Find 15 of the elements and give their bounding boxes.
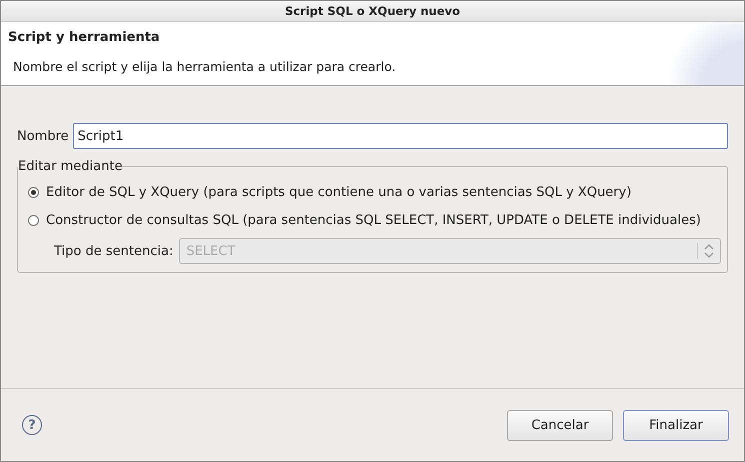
chevron-up-down-icon (697, 243, 714, 259)
name-input[interactable]: Script1 (72, 123, 728, 149)
dialog-button[interactable]: Cancelar (507, 410, 613, 440)
page-description: Nombre el script y elija la herramienta a utilizar para crearlo. (13, 59, 397, 74)
help-icon[interactable]: ? (22, 415, 42, 435)
statement-type-label: Tipo de sentencia: (54, 244, 174, 258)
dialog-button[interactable]: Finalizar (623, 410, 729, 440)
radio-button[interactable] (28, 214, 39, 226)
window-title: Script SQL o XQuery nuevo (284, 4, 460, 18)
group-legend: Editar mediante (18, 159, 122, 174)
option-label[interactable]: Editor de SQL y XQuery (para scripts que contiene una o varias sentencias SQL y XQuery) (46, 184, 632, 200)
option-label[interactable]: Constructor de consultas SQL (para sentencias SQL SELECT, INSERT, UPDATE o DELETE individuales) (46, 212, 701, 228)
page-title: Script y herramienta (8, 30, 161, 45)
name-label: Nombre (17, 128, 69, 144)
radio-button[interactable] (28, 186, 39, 198)
